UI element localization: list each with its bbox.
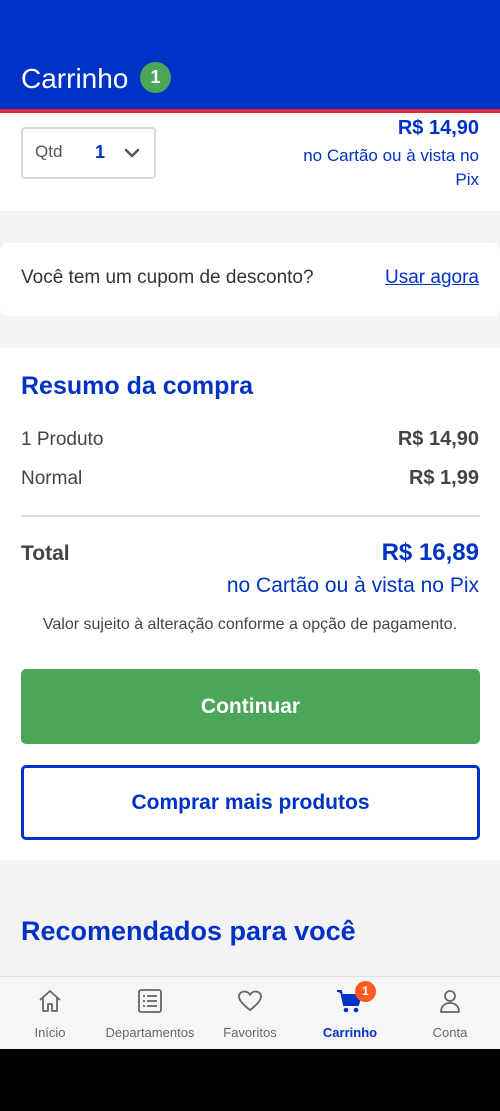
page-title: Carrinho [21, 63, 129, 94]
summary-row-shipping-label: Normal [21, 468, 83, 489]
summary-row-shipping-value: R$ 1,99 [408, 467, 479, 489]
coupon-card: Você tem um cupom de desconto? Usar agor… [0, 243, 500, 316]
total-payment-info: no Cartão ou à vista no Pix [226, 574, 479, 597]
chevron-down-icon [124, 148, 140, 158]
nav-label-account: Conta [432, 1025, 468, 1040]
summary-divider [21, 515, 480, 517]
coupon-question: Você tem um cupom de desconto? [21, 267, 314, 288]
nav-item-account[interactable]: Conta [400, 977, 500, 1050]
use-coupon-link[interactable]: Usar agora [385, 267, 479, 289]
order-summary-card: Resumo da compra 1 Produto R$ 14,90 Norm… [0, 348, 500, 860]
nav-item-home[interactable]: Início [0, 977, 100, 1050]
quantity-label: Qtd [35, 142, 63, 161]
nav-item-favorites[interactable]: Favoritos [200, 977, 300, 1050]
quantity-select[interactable]: Qtd 1 [21, 127, 156, 179]
heart-icon [238, 990, 262, 1011]
user-icon [440, 990, 460, 1013]
quantity-value: 1 [95, 142, 106, 162]
summary-row-products-label: 1 Produto [21, 429, 104, 450]
nav-label-cart: Carrinho [322, 1025, 378, 1040]
list-icon [138, 989, 162, 1013]
summary-row-products-value: R$ 14,90 [397, 428, 479, 450]
price-change-note: Valor sujeito à alteração conforme a opç… [42, 616, 458, 633]
cart-count-badge: 1 [140, 62, 171, 93]
nav-item-departments[interactable]: Departamentos [100, 977, 200, 1050]
nav-item-cart[interactable]: 1 Carrinho [300, 977, 400, 1050]
nav-label-home: Início [34, 1025, 66, 1040]
nav-label-departments: Departamentos [105, 1025, 195, 1040]
item-payment-info: no Cartão ou à vista no Pix [303, 146, 479, 189]
nav-cart-badge: 1 [355, 981, 376, 1002]
cart-item-card: Qtd 1 R$ 14,90 no Cartão ou à vista no P… [0, 113, 500, 211]
buy-more-products-button[interactable]: Comprar mais produtos [21, 765, 480, 840]
home-icon [39, 990, 61, 1012]
continue-button[interactable]: Continuar [21, 669, 480, 744]
app-header: Carrinho 1 [0, 0, 500, 109]
system-navigation-bar [0, 1049, 500, 1111]
item-price: R$ 14,90 [397, 117, 479, 139]
summary-title: Resumo da compra [21, 372, 254, 400]
recommendations-title: Recomendados para você [21, 916, 356, 946]
nav-label-favorites: Favoritos [223, 1025, 277, 1040]
bottom-navigation: Início Departamentos Favoritos 1 Carrinh… [0, 976, 500, 1049]
total-value: R$ 16,89 [381, 539, 479, 566]
total-label: Total [21, 542, 70, 565]
